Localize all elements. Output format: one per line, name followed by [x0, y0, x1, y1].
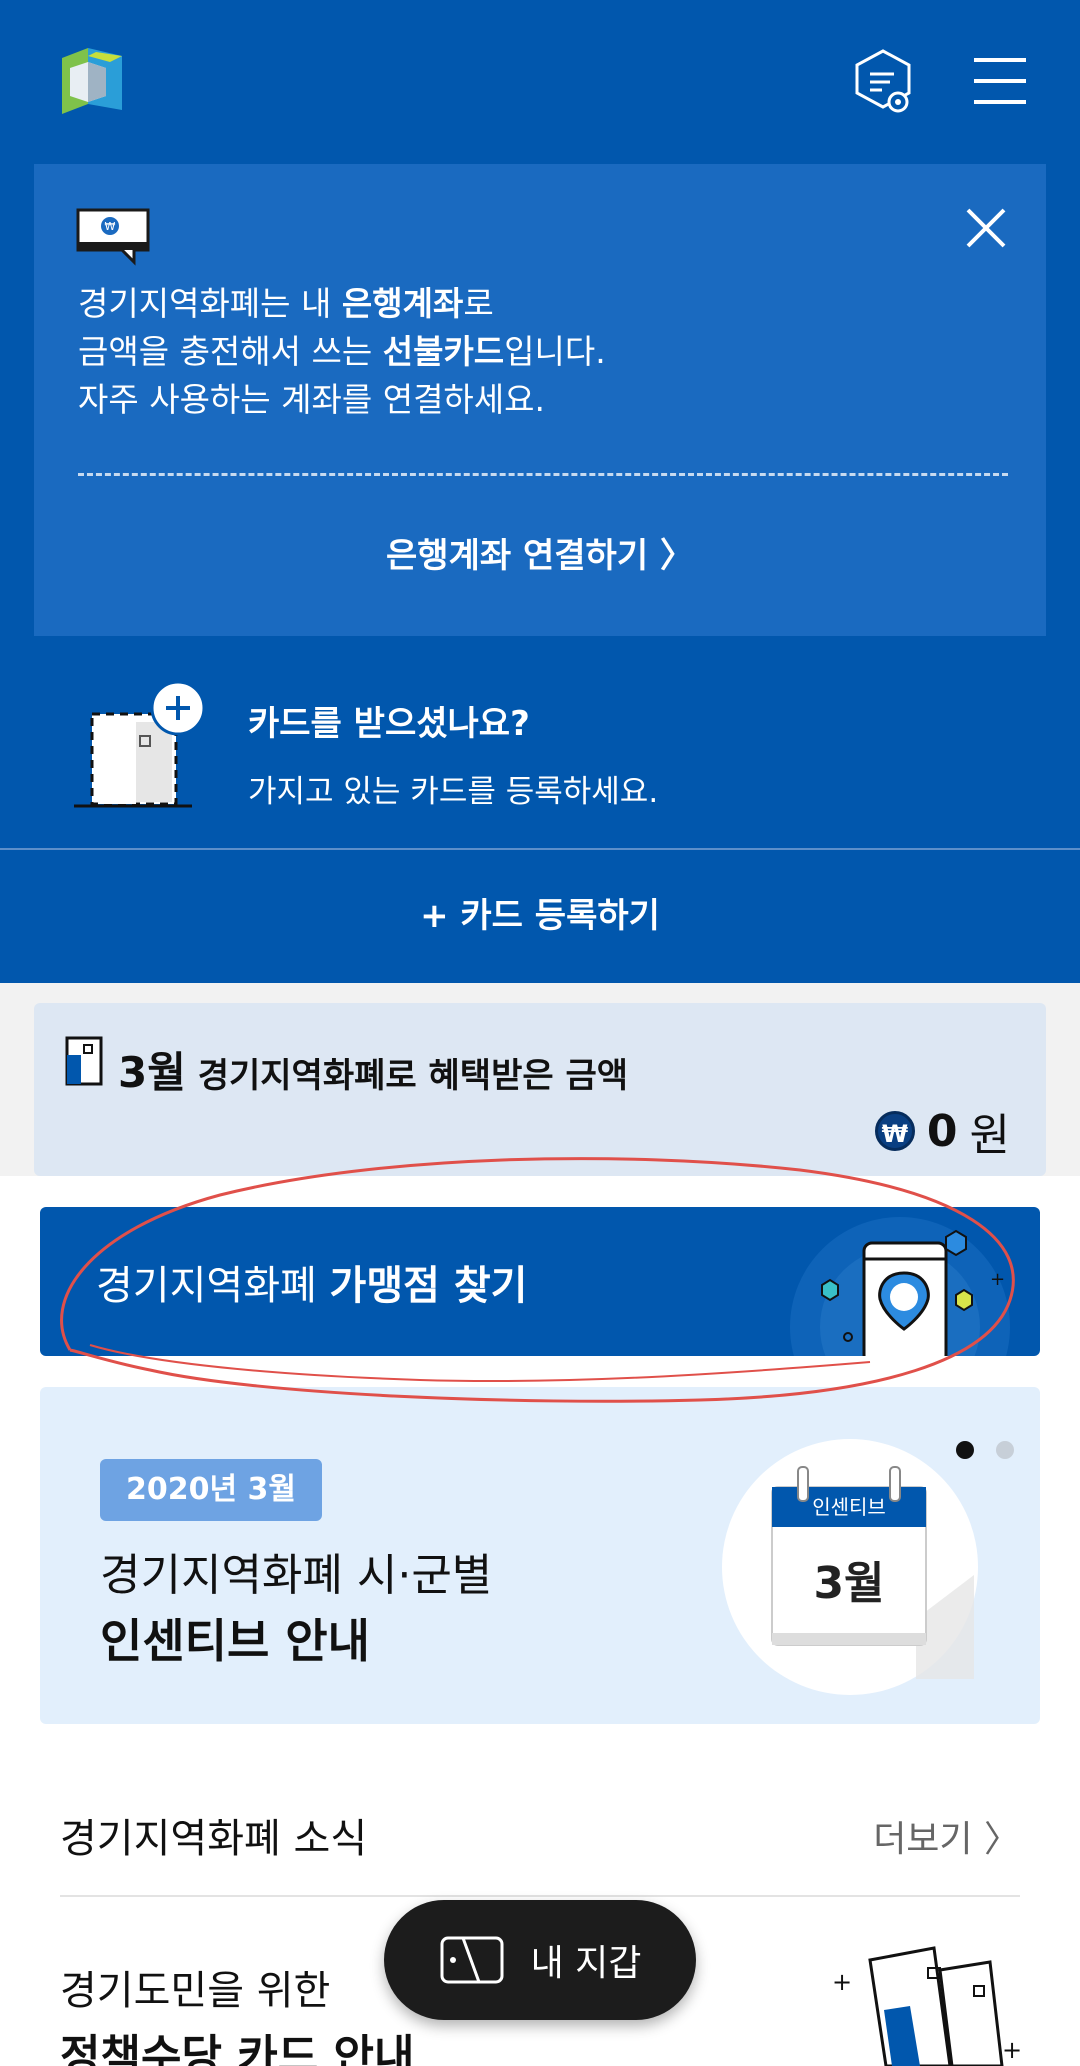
app-screen: ₩ 경기지역화폐는 내 은행계좌로 금액을 충전해서 쓰는 선불카드입니다. 자… [0, 0, 1080, 2066]
add-card-icon [74, 680, 206, 808]
register-card-button[interactable]: + 카드 등록하기 [0, 850, 1080, 983]
calendar-header: 인센티브 [812, 1495, 886, 1519]
link-bank-account-button[interactable]: 은행계좌 연결하기 〉 [34, 528, 1046, 577]
svg-text:+: + [990, 1269, 1005, 1290]
my-wallet-button[interactable]: 내 지갑 [384, 1900, 696, 2020]
policy-cards-icon: + + [832, 1946, 1022, 2066]
doc-settings-icon[interactable] [852, 48, 914, 118]
benefit-card[interactable]: 3월 경기지역화폐로 혜택받은 금액 ₩ 0원 [34, 1003, 1046, 1176]
store-finder-banner[interactable]: 경기지역화폐 가맹점 찾기 + [40, 1207, 1040, 1356]
benefit-amount: ₩ 0원 [874, 1099, 1010, 1163]
more-link[interactable]: 더보기 〉 [873, 1810, 1020, 1862]
svg-text:+: + [832, 1968, 852, 1996]
close-icon[interactable] [962, 204, 1010, 252]
card-icon [65, 1036, 103, 1086]
policy-line1[interactable]: 경기도민을 위한 [60, 1958, 330, 2016]
svg-text:+: + [1002, 2036, 1022, 2064]
incentive-line1: 경기지역화폐 시·군별 [100, 1550, 493, 1601]
phone-map-pin-icon: + [790, 1217, 1010, 1356]
won-coin-icon: ₩ [874, 1111, 915, 1151]
bank-link-notice: ₩ 경기지역화폐는 내 은행계좌로 금액을 충전해서 쓰는 선불카드입니다. 자… [34, 164, 1046, 636]
dashed-divider [78, 473, 1008, 476]
wallet-icon [440, 1936, 504, 1984]
calendar-month: 3월 [813, 1558, 885, 1609]
speech-card-icon: ₩ [76, 208, 150, 266]
incentive-banner[interactable]: 2020년 3월 경기지역화폐 시·군별 인센티브 안내 인센티브 3월 [40, 1387, 1040, 1724]
hamburger-menu-icon[interactable] [972, 56, 1028, 106]
svg-text:₩: ₩ [105, 220, 116, 233]
policy-line2[interactable]: 정책수당 카드 안내 [60, 2020, 414, 2066]
wallet-label: 내 지갑 [530, 1943, 642, 1984]
card-register-subtitle: 가지고 있는 카드를 등록하세요. [248, 774, 659, 810]
news-section-title: 경기지역화폐 소식 [60, 1816, 368, 1862]
card-register-title: 카드를 받으셨나요? [248, 704, 530, 744]
news-divider [60, 1895, 1020, 1897]
date-badge: 2020년 3월 [100, 1459, 323, 1521]
store-finder-label: 경기지역화폐 가맹점 찾기 [96, 1263, 528, 1309]
incentive-line2: 인센티브 안내 [100, 1614, 370, 1668]
gyeonggi-logo[interactable] [52, 44, 132, 120]
notice-message: 경기지역화폐는 내 은행계좌로 금액을 충전해서 쓰는 선불카드입니다. 자주 … [78, 284, 606, 419]
card-register-section: 카드를 받으셨나요? 가지고 있는 카드를 등록하세요. [0, 660, 1080, 840]
benefit-label: 3월 경기지역화폐로 혜택받은 금액 [118, 1048, 629, 1097]
